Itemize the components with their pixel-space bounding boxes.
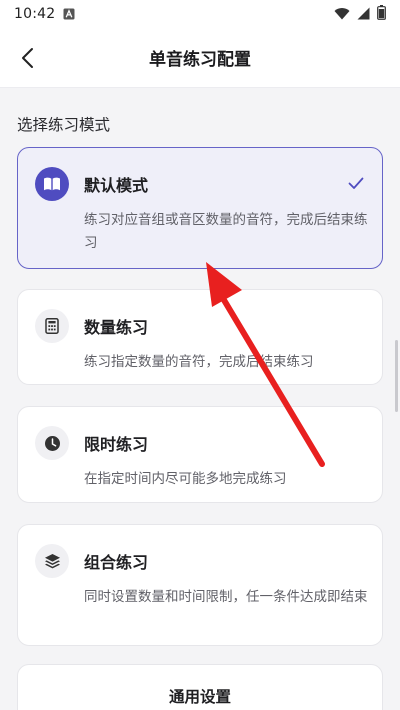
mode-card-count[interactable]: 数量练习 练习指定数量的音符，完成后结束练习	[17, 289, 383, 385]
status-time: 10:42	[14, 6, 56, 22]
mode-icon-container	[35, 544, 69, 578]
mode-name: 组合练习	[84, 553, 149, 572]
mode-card-timed[interactable]: 限时练习 在指定时间内尽可能多地完成练习	[17, 406, 383, 503]
scrollbar[interactable]	[395, 340, 398, 412]
mode-name: 限时练习	[84, 435, 149, 454]
calculator-icon	[45, 318, 59, 334]
content-area: 选择练习模式 默认模式 练习对应音组或音区数量的音符，完成后结束练习 数量练习 …	[0, 88, 400, 710]
mode-name: 数量练习	[84, 318, 149, 337]
section-title: 选择练习模式	[17, 116, 111, 134]
mode-icon-container	[35, 426, 69, 460]
layers-icon	[44, 554, 60, 569]
signal-icon	[357, 5, 370, 24]
mode-card-default[interactable]: 默认模式 练习对应音组或音区数量的音符，完成后结束练习	[17, 147, 383, 269]
mode-icon-container	[35, 167, 69, 201]
a-letter-icon	[63, 8, 75, 20]
chevron-left-icon	[22, 48, 33, 68]
general-settings-card[interactable]: 通用设置	[17, 664, 383, 710]
back-button[interactable]	[10, 40, 46, 76]
page-title: 单音练习配置	[149, 50, 251, 70]
mode-description: 练习指定数量的音符，完成后结束练习	[84, 354, 314, 370]
app-bar: 单音练习配置	[0, 28, 400, 88]
wifi-icon	[334, 5, 350, 24]
mode-card-combined[interactable]: 组合练习 同时设置数量和时间限制，任一条件达成即结束	[17, 524, 383, 646]
clock-icon	[44, 435, 60, 451]
general-settings-title: 通用设置	[168, 688, 231, 706]
mode-icon-container	[35, 309, 69, 343]
screen: 10:42 单音练习配置 选择练习模式 默认模式 练习对应音组或音区数量的音符，…	[0, 0, 400, 710]
book-icon	[44, 177, 60, 191]
mode-description: 在指定时间内尽可能多地完成练习	[84, 471, 287, 487]
mode-description: 同时设置数量和时间限制，任一条件达成即结束	[84, 589, 368, 605]
check-icon	[348, 177, 364, 189]
battery-icon	[377, 4, 386, 24]
status-icons	[334, 4, 386, 24]
mode-name: 默认模式	[84, 176, 149, 195]
status-bar: 10:42	[0, 0, 400, 28]
mode-description: 练习对应音组或音区数量的音符，完成后结束练习	[84, 212, 368, 251]
